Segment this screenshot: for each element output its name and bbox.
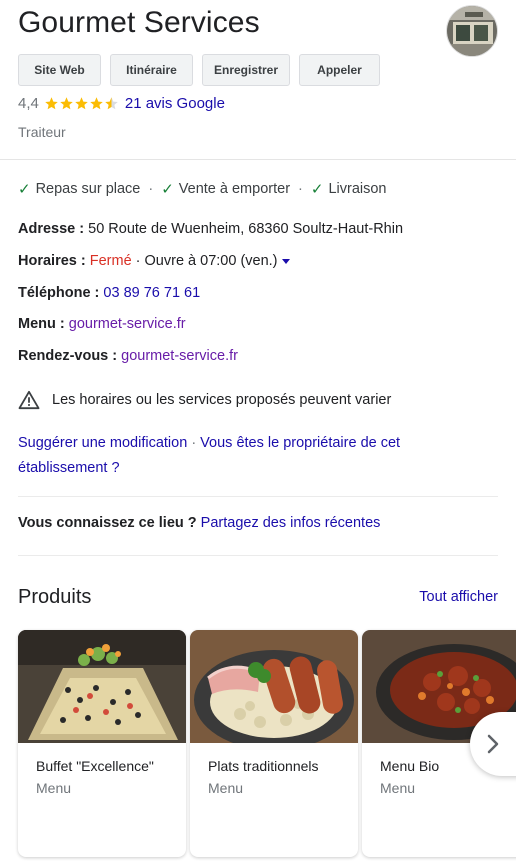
share-info-link[interactable]: Partagez des infos récentes <box>201 515 381 531</box>
storefront-photo-icon <box>447 6 497 56</box>
business-category: Traiteur <box>18 124 66 140</box>
hours-opens[interactable]: · Ouvre à 07:00 (ven.) <box>132 253 278 269</box>
service-delivery: Livraison <box>328 181 387 197</box>
rating-row: 4,4 21 avis Google <box>18 95 225 112</box>
address-row: Adresse : 50 Route de Wuenheim, 68360 So… <box>18 221 403 237</box>
rating-value: 4,4 <box>18 95 39 112</box>
menu-link[interactable]: gourmet-service.fr <box>69 316 186 332</box>
product-sub: Menu <box>208 780 244 796</box>
buffet-image-icon <box>18 630 186 743</box>
dropdown-arrow-icon[interactable] <box>281 258 290 264</box>
reviews-link[interactable]: 21 avis Google <box>125 95 225 112</box>
service-options: ✓ Repas sur place · ✓ Vente à emporter ·… <box>18 180 386 198</box>
sausage-plate-image-icon <box>190 630 358 743</box>
hours-label: Horaires : <box>18 253 90 269</box>
save-button[interactable]: Enregistrer <box>202 54 290 86</box>
appointment-label: Rendez-vous : <box>18 348 122 364</box>
check-icon: ✓ <box>310 181 324 198</box>
appointment-row: Rendez-vous : gourmet-service.fr <box>18 348 238 364</box>
warning-text: Les horaires ou les services proposés pe… <box>52 392 392 408</box>
business-photo[interactable] <box>446 5 498 57</box>
know-question: Vous connaissez ce lieu ? <box>18 515 197 531</box>
address-label: Adresse : <box>18 221 89 237</box>
suggest-edit-link[interactable]: Suggérer une modification <box>18 435 187 451</box>
phone-row: Téléphone : 03 89 76 71 61 <box>18 285 200 301</box>
star-icon <box>60 97 73 110</box>
appointment-link[interactable]: gourmet-service.fr <box>121 348 238 364</box>
service-takeaway: Vente à emporter <box>178 181 291 197</box>
hours-row: Horaires : Fermé · Ouvre à 07:00 (ven.) <box>18 253 290 269</box>
separator-dot: · <box>191 435 201 451</box>
star-icon <box>45 97 58 110</box>
divider <box>18 496 498 497</box>
phone-link[interactable]: 03 89 76 71 61 <box>103 285 200 301</box>
product-sub: Menu <box>380 780 416 796</box>
star-icon <box>90 97 103 110</box>
products-heading: Produits <box>18 586 92 608</box>
warning-icon <box>18 390 40 410</box>
hours-warning: Les horaires ou les services proposés pe… <box>18 390 391 410</box>
product-card[interactable]: Buffet "Excellence" Menu <box>18 630 186 857</box>
star-rating <box>44 96 119 111</box>
product-name: Buffet "Excellence" <box>36 758 154 774</box>
website-button[interactable]: Site Web <box>18 54 101 86</box>
product-name: Menu Bio <box>380 758 440 774</box>
suggest-links: Suggérer une modification · Vous êtes le… <box>18 431 488 481</box>
address-value[interactable]: 50 Route de Wuenheim, 68360 Soultz-Haut-… <box>88 221 403 237</box>
product-name: Plats traditionnels <box>208 758 319 774</box>
phone-label: Téléphone : <box>18 285 104 301</box>
chevron-right-icon <box>487 734 499 754</box>
call-button[interactable]: Appeler <box>299 54 380 86</box>
check-icon: ✓ <box>161 181 174 198</box>
hours-status: Fermé <box>89 253 132 269</box>
product-sub: Menu <box>36 780 72 796</box>
star-icon <box>75 97 88 110</box>
action-buttons: Site Web Itinéraire Enregistrer Appeler <box>18 54 380 86</box>
know-place-row: Vous connaissez ce lieu ? Partagez des i… <box>18 515 380 531</box>
directions-button[interactable]: Itinéraire <box>110 54 193 86</box>
half-star-icon <box>105 97 118 110</box>
divider <box>0 159 516 160</box>
check-icon: ✓ <box>18 181 31 198</box>
separator-dot: · <box>148 181 154 197</box>
divider <box>18 555 498 556</box>
menu-label: Menu : <box>18 316 69 332</box>
service-dine-in: Repas sur place <box>35 181 141 197</box>
menu-row: Menu : gourmet-service.fr <box>18 316 186 332</box>
separator-dot: · <box>298 181 303 197</box>
product-image <box>18 630 186 743</box>
business-title: Gourmet Services <box>18 6 260 39</box>
product-card[interactable]: Plats traditionnels Menu <box>190 630 358 857</box>
see-all-link[interactable]: Tout afficher <box>419 589 498 605</box>
product-image <box>190 630 358 743</box>
